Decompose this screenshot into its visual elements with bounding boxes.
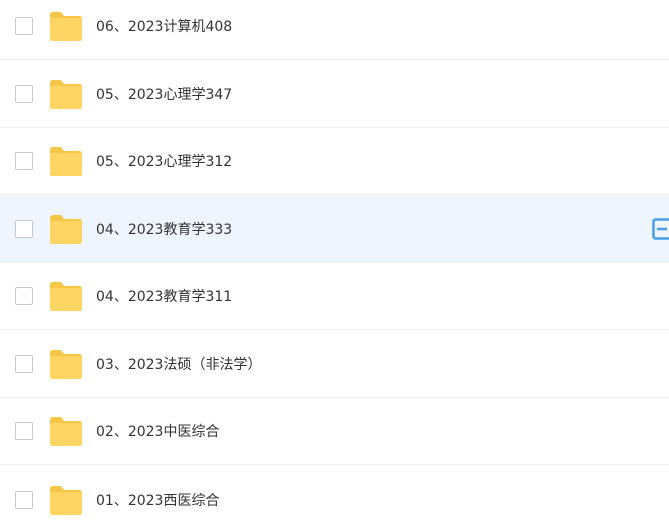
file-name[interactable]: 04、2023教育学311 [96,286,232,306]
file-name[interactable]: 05、2023心理学347 [96,84,232,104]
row-checkbox[interactable] [15,152,33,170]
row-checkbox[interactable] [15,85,33,103]
folder-icon[interactable] [50,350,82,379]
file-name[interactable]: 06、2023计算机408 [96,16,232,36]
folder-icon[interactable] [50,147,82,176]
file-name[interactable]: 03、2023法硕（非法学） [96,354,261,374]
file-row[interactable]: 01、2023西医综合 [0,466,669,529]
folder-icon[interactable] [50,215,82,244]
row-checkbox[interactable] [15,422,33,440]
file-row[interactable]: 04、2023教育学311 [0,263,669,330]
file-list: 06、2023计算机408 05、2023心理学347 05、2023心理学31… [0,0,669,529]
file-row[interactable]: 05、2023心理学312 [0,128,669,195]
folder-icon[interactable] [50,485,82,515]
file-name[interactable]: 01、2023西医综合 [96,490,219,510]
row-checkbox[interactable] [15,355,33,373]
folder-icon[interactable] [50,282,82,311]
file-name[interactable]: 05、2023心理学312 [96,151,232,171]
file-row[interactable]: 06、2023计算机408 [0,0,669,60]
row-checkbox[interactable] [15,220,33,238]
row-checkbox[interactable] [15,17,33,35]
file-row[interactable]: 02、2023中医综合 [0,398,669,465]
file-name[interactable]: 02、2023中医综合 [96,421,219,441]
share-icon[interactable] [652,218,669,240]
folder-icon[interactable] [50,80,82,109]
file-row[interactable]: 04、2023教育学333 [0,196,669,263]
folder-icon[interactable] [50,12,82,41]
row-checkbox[interactable] [15,287,33,305]
folder-icon[interactable] [50,417,82,446]
file-name[interactable]: 04、2023教育学333 [96,219,232,239]
row-checkbox[interactable] [15,490,33,509]
file-row[interactable]: 05、2023心理学347 [0,61,669,128]
file-row[interactable]: 03、2023法硕（非法学） [0,331,669,398]
